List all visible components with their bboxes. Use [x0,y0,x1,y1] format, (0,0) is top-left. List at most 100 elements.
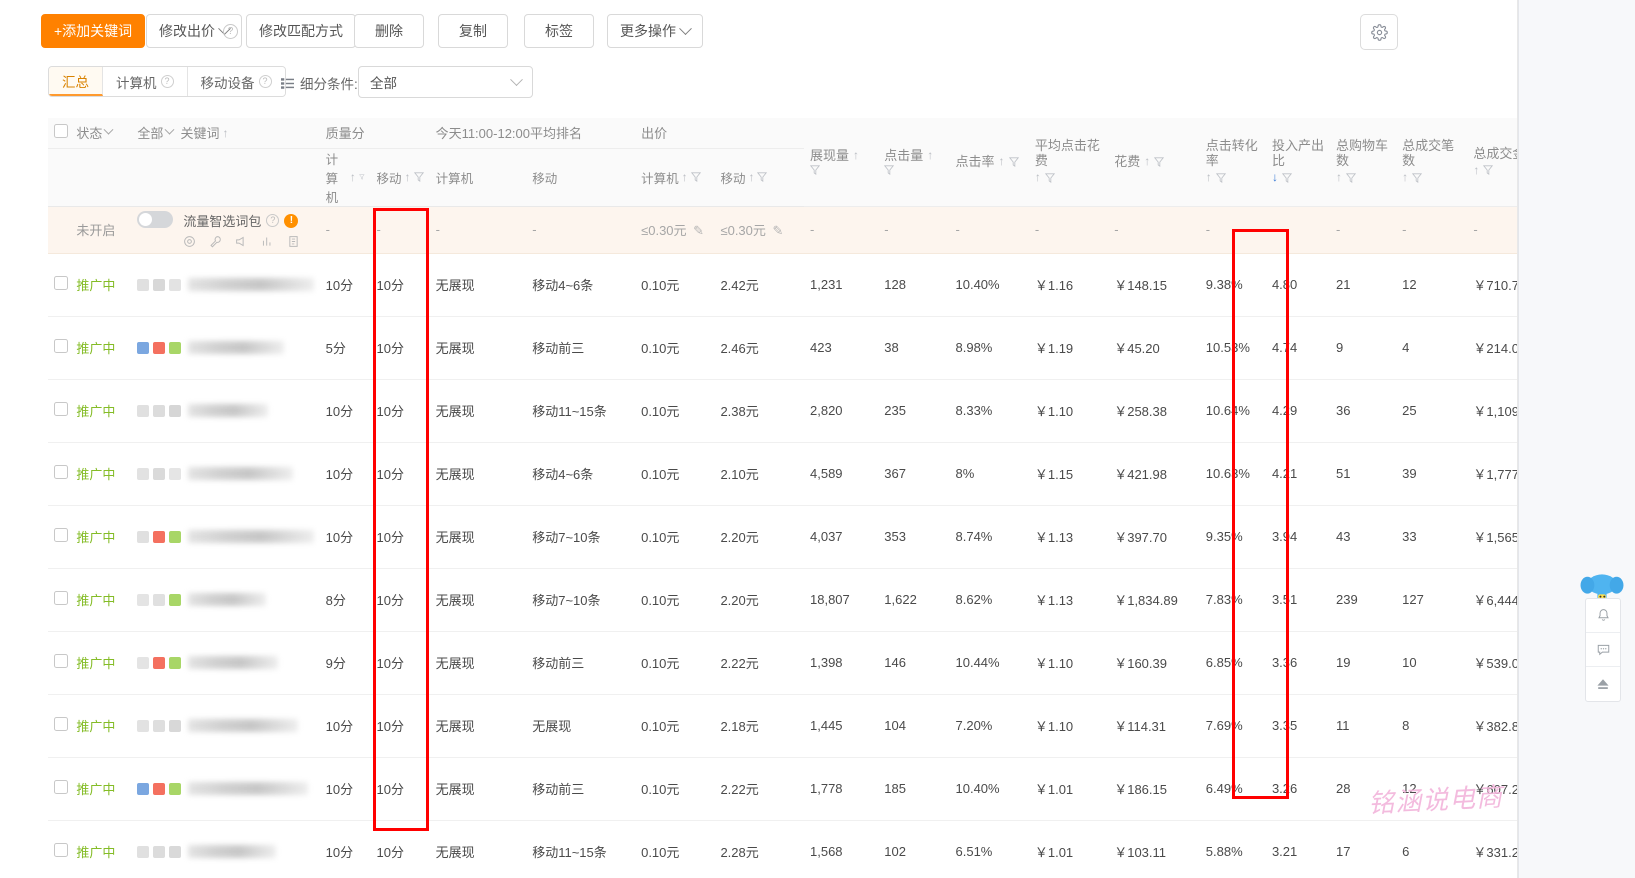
table-row[interactable]: 推广中 10分 10分 无展现 移动4~6条 0.10元 2.42元 1,231 128 10.4… [48,253,1517,317]
sort-asc-icon[interactable]: ↑ [1144,154,1150,169]
sort-desc-icon[interactable]: ↓ [1272,170,1278,185]
row-clicks: 1,622 [878,568,950,632]
header-quality-mobile[interactable]: 移动 ↑ [370,148,430,207]
table-row[interactable]: 推广中 10分 10分 无展现 移动前三 0.10元 2.22元 1,778 185 10.40%… [48,757,1517,821]
row-checkbox[interactable] [54,654,68,668]
filter-funnel-icon[interactable] [1281,173,1292,183]
filter-funnel-icon[interactable] [690,172,701,182]
header-carts[interactable]: 总购物车数 ↑ [1330,118,1397,207]
filter-funnel-icon[interactable] [884,165,895,176]
question-icon[interactable]: ? [266,214,280,227]
copy-button[interactable]: 复制 [438,14,508,48]
wrench-icon[interactable] [209,235,222,248]
header-clicks[interactable]: 点击量 ↑ [878,118,950,207]
tab-summary[interactable]: 汇总 [49,67,103,96]
back-to-top-button[interactable] [1586,667,1620,701]
header-avg-cpc[interactable]: 平均点击花费 ↑ [1028,118,1109,207]
filter-funnel-icon[interactable] [757,172,768,182]
document-icon[interactable] [287,235,300,248]
filter-funnel-icon[interactable] [1154,157,1165,167]
filter-funnel-icon[interactable] [358,172,365,182]
row-checkbox[interactable] [54,402,68,416]
sort-asc-icon[interactable]: ↑ [405,170,411,184]
row-checkbox[interactable] [54,339,68,353]
delete-button[interactable]: 删除 [354,14,424,48]
filter-funnel-icon[interactable] [1044,173,1055,183]
edit-pencil-icon[interactable]: ✎ [773,223,784,238]
header-impressions[interactable]: 展现量 ↑ [804,118,879,207]
sort-asc-icon[interactable]: ↑ [999,154,1005,169]
row-checkbox[interactable] [54,717,68,731]
table-row[interactable]: 推广中 10分 10分 无展现 移动7~10条 0.10元 2.20元 4,037 353 8.7… [48,505,1517,569]
row-checkbox[interactable] [54,780,68,794]
header-spacer-keyword [131,148,320,207]
modify-match-button[interactable]: 修改匹配方式 [246,14,356,48]
header-gmv[interactable]: 总成交金额 ↑ [1467,118,1517,207]
sort-asc-icon[interactable]: ↑ [682,170,688,184]
sort-asc-icon[interactable]: ↑ [748,170,754,184]
row-checkbox[interactable] [54,843,68,857]
tab-pc[interactable]: 计算机 ? [103,67,188,96]
filter-funnel-icon[interactable] [1346,173,1357,183]
sort-asc-icon[interactable]: ↑ [1473,163,1479,178]
feedback-chat-button[interactable] [1586,633,1620,667]
question-icon[interactable]: ? [223,24,238,39]
filter-funnel-icon[interactable] [1215,173,1226,183]
gear-icon[interactable] [183,235,196,248]
question-icon[interactable]: ? [258,75,272,88]
subdivide-select[interactable]: 全部 [358,66,533,98]
sort-asc-icon[interactable]: ↑ [853,148,859,163]
table-row[interactable]: 推广中 8分 10分 无展现 移动7~10条 0.10元 2.20元 18,807 1,622 8… [48,568,1517,632]
notifications-button[interactable] [1586,599,1620,633]
filter-funnel-icon[interactable] [413,172,424,182]
table-row[interactable]: 推广中 10分 10分 无展现 移动11~15条 0.10元 2.28元 1,568 102 6.… [48,820,1517,878]
sort-asc-icon[interactable]: ↑ [1336,170,1342,185]
sort-asc-icon[interactable]: ↑ [350,170,356,184]
add-keyword-button[interactable]: +添加关键词 [41,14,146,48]
row-checkbox[interactable] [54,465,68,479]
header-orders[interactable]: 总成交笔数 ↑ [1396,118,1468,207]
select-all-checkbox[interactable] [54,124,68,139]
header-click-conversion[interactable]: 点击转化率 ↑ [1199,118,1266,207]
settings-gear-button[interactable] [1360,14,1398,50]
sort-asc-icon[interactable]: ↑ [1402,170,1408,185]
filter-funnel-icon[interactable] [1412,173,1423,183]
table-row[interactable]: 推广中 10分 10分 无展现 移动11~15条 0.10元 2.38元 2,820 235 8.… [48,379,1517,443]
keyword-table-scroll[interactable]: 状态 全部 关键词 ↑ 质量分 今天11:00-12:00平均排名 出价 展现量… [48,118,1517,878]
keyword-tag [137,404,150,417]
filter-funnel-icon[interactable] [810,165,820,176]
row-checkbox[interactable] [54,528,68,542]
header-bid-mobile[interactable]: 移动 ↑ [714,148,804,207]
sort-asc-icon[interactable]: ↑ [1035,170,1041,185]
filter-funnel-icon[interactable] [1483,165,1494,176]
bar-chart-icon[interactable] [261,235,274,248]
question-icon[interactable]: ? [160,75,174,88]
smart-row-bid-mobile-cell[interactable]: ≤0.30元 ✎ [714,206,804,254]
header-ctr[interactable]: 点击率 ↑ [949,118,1029,207]
megaphone-icon[interactable] [235,235,248,248]
sort-asc-icon[interactable]: ↑ [1206,170,1212,185]
tag-button[interactable]: 标签 [524,14,594,48]
smart-row-bid-pc-cell[interactable]: ≤0.30元 ✎ [635,206,715,254]
header-bid-pc[interactable]: 计算机 ↑ [635,148,715,207]
table-row[interactable]: 推广中 10分 10分 无展现 移动4~6条 0.10元 2.10元 4,589 367 8% ￥1… [48,442,1517,506]
table-row[interactable]: 推广中 5分 10分 无展现 移动前三 0.10元 2.46元 423 38 8.98% ￥1.19… [48,316,1517,380]
row-checkbox[interactable] [54,591,68,605]
smart-word-package-row[interactable]: 未开启 流量智选词包 ? ! - - - - ≤0.30元 ✎ ≤0.30元 ✎… [48,206,1517,254]
smart-word-toggle[interactable] [137,211,174,228]
info-icon[interactable]: ! [284,213,299,228]
header-quality-pc[interactable]: 计算机 ↑ [319,148,371,207]
sort-asc-icon[interactable]: ↑ [927,148,933,163]
more-actions-button[interactable]: 更多操作 [607,14,703,48]
table-row[interactable]: 推广中 10分 10分 无展现 无展现 0.10元 2.18元 1,445 104 7.20% ￥1… [48,694,1517,758]
table-row[interactable]: 推广中 9分 10分 无展现 移动前三 0.10元 2.22元 1,398 146 10.44% ￥… [48,631,1517,695]
row-checkbox[interactable] [54,276,68,290]
header-cost[interactable]: 花费 ↑ [1108,118,1200,207]
header-roi[interactable]: 投入产出比 ↓ [1265,118,1331,207]
edit-pencil-icon[interactable]: ✎ [693,223,704,238]
header-status[interactable]: 状态 [70,118,132,149]
filter-funnel-icon[interactable] [1008,157,1019,167]
tab-mobile[interactable]: 移动设备 ? [187,67,285,96]
chevron-down-icon[interactable] [164,124,175,135]
sort-asc-icon[interactable]: ↑ [222,126,228,140]
